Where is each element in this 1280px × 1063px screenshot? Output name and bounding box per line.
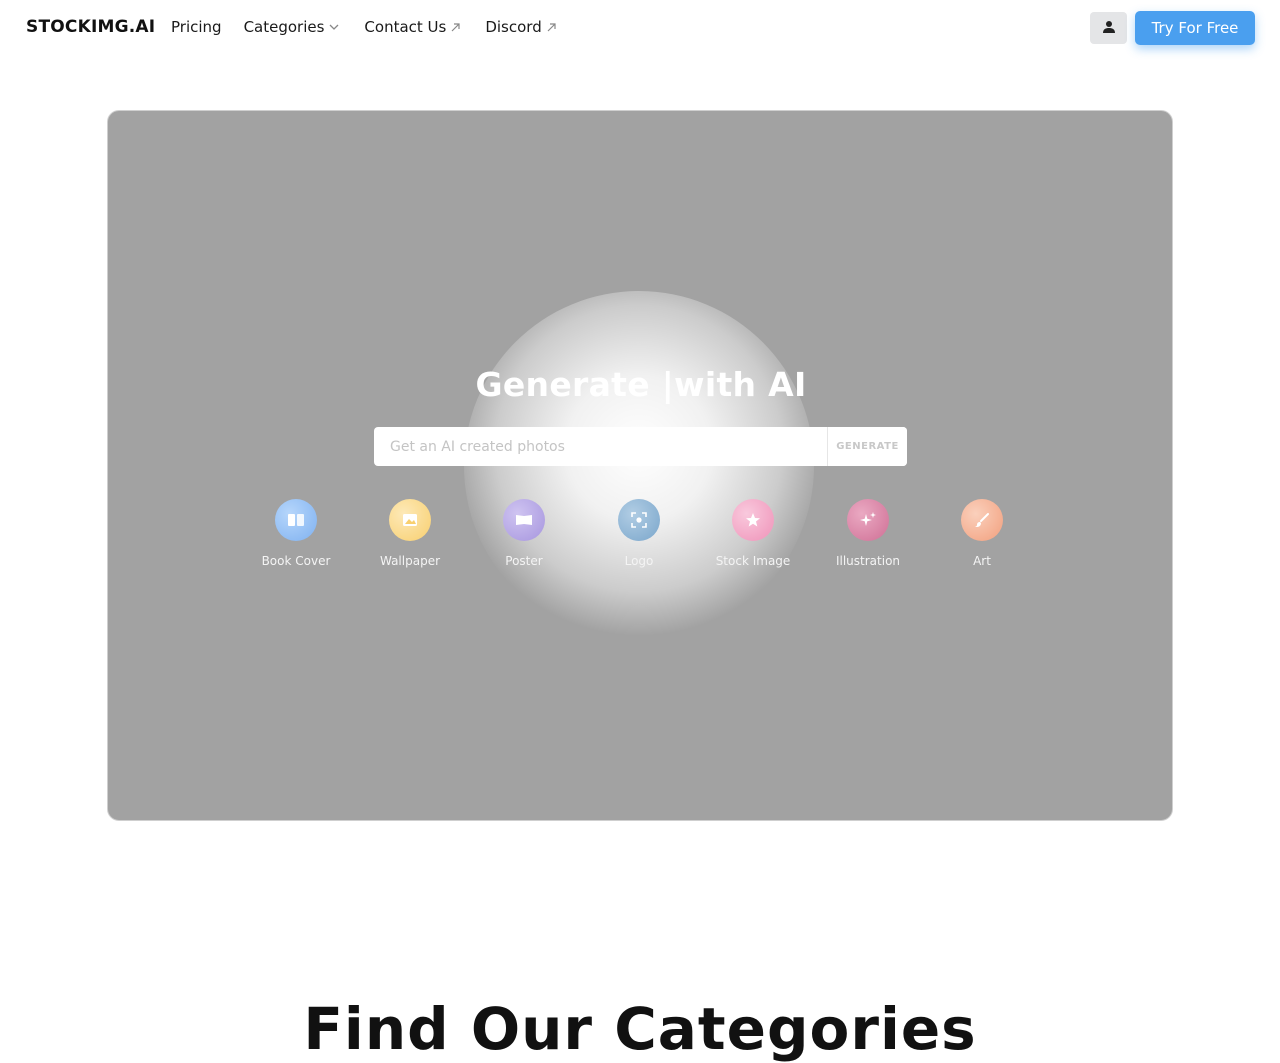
sparkles-icon bbox=[847, 499, 889, 541]
external-link-icon bbox=[546, 22, 557, 33]
category-label: Illustration bbox=[835, 554, 901, 568]
category-label: Wallpaper bbox=[379, 554, 441, 568]
prompt-input[interactable] bbox=[374, 427, 827, 466]
category-wallpaper[interactable]: Wallpaper bbox=[355, 499, 465, 568]
nav-categories-dropdown[interactable]: Categories bbox=[244, 18, 341, 36]
nav-discord-label: Discord bbox=[485, 18, 542, 36]
hero-glow bbox=[464, 291, 814, 641]
nav-pricing-link[interactable]: Pricing bbox=[171, 18, 222, 36]
brush-icon bbox=[961, 499, 1003, 541]
section-heading: Find Our Categories bbox=[303, 995, 977, 1063]
category-logo[interactable]: Logo bbox=[584, 499, 694, 568]
try-for-free-button[interactable]: Try For Free bbox=[1135, 11, 1255, 45]
hero-title: Generate |with AI bbox=[475, 365, 807, 404]
hero-panel: Generate |with AI GENERATE Book Cover Wa… bbox=[107, 110, 1173, 821]
generate-button[interactable]: GENERATE bbox=[827, 427, 907, 466]
nav-contact-label: Contact Us bbox=[364, 18, 447, 36]
main-nav: Pricing Categories Contact Us Discord bbox=[171, 18, 557, 36]
site-logo[interactable]: STOCKIMG.AI bbox=[26, 17, 155, 37]
prompt-search-bar: GENERATE bbox=[374, 427, 907, 466]
category-illustration[interactable]: Illustration bbox=[813, 499, 923, 568]
chevron-down-icon bbox=[328, 21, 340, 33]
category-stock-image[interactable]: Stock Image bbox=[698, 499, 808, 568]
user-icon bbox=[1102, 19, 1116, 38]
external-link-icon bbox=[450, 22, 461, 33]
poster-icon bbox=[503, 499, 545, 541]
book-icon bbox=[275, 499, 317, 541]
nav-categories-label: Categories bbox=[243, 18, 325, 36]
nav-discord-link[interactable]: Discord bbox=[485, 18, 556, 36]
category-label: Logo bbox=[624, 554, 654, 568]
nav-pricing-label: Pricing bbox=[171, 18, 222, 36]
image-icon bbox=[389, 499, 431, 541]
category-label: Book Cover bbox=[261, 554, 331, 568]
category-shortcuts: Book Cover Wallpaper Poster Logo Stock I… bbox=[237, 499, 1077, 579]
account-button[interactable] bbox=[1090, 12, 1127, 44]
star-icon bbox=[732, 499, 774, 541]
category-label: Art bbox=[973, 554, 991, 568]
top-navigation: STOCKIMG.AI Pricing Categories Contact U… bbox=[0, 0, 1280, 56]
focus-icon bbox=[618, 499, 660, 541]
nav-contact-link[interactable]: Contact Us bbox=[364, 18, 461, 36]
category-art[interactable]: Art bbox=[927, 499, 1037, 568]
category-book-cover[interactable]: Book Cover bbox=[241, 499, 351, 568]
category-label: Poster bbox=[505, 554, 543, 568]
category-label: Stock Image bbox=[715, 554, 791, 568]
category-poster[interactable]: Poster bbox=[469, 499, 579, 568]
